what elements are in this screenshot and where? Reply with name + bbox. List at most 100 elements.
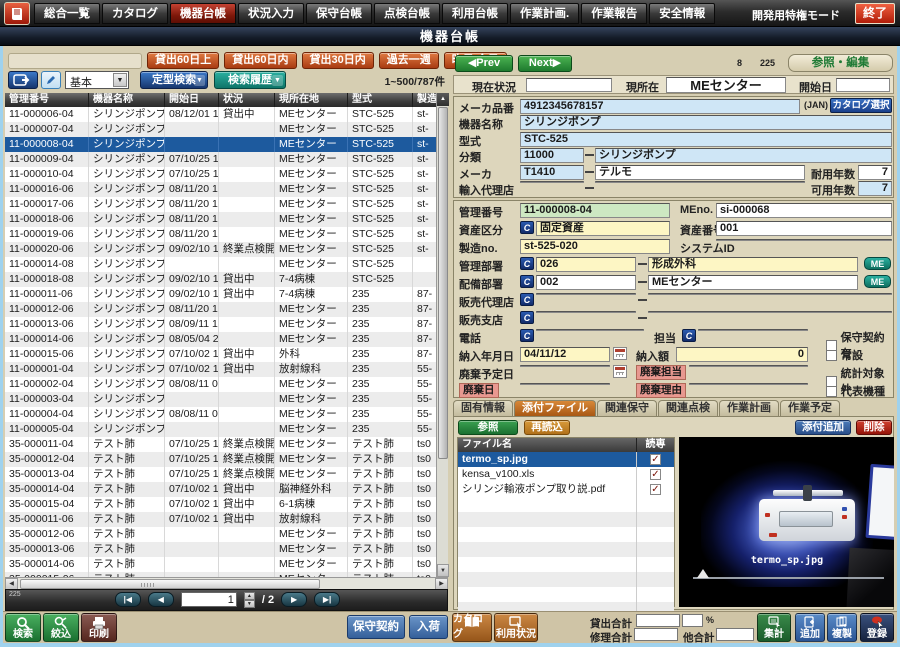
catalog-button[interactable]: カタログ [452, 613, 492, 642]
page-number-input[interactable]: 1 [181, 592, 237, 607]
calendar-icon[interactable] [613, 347, 627, 360]
loan-rate-input[interactable] [682, 614, 703, 627]
maintenance-contract-button[interactable]: 保守契約 [347, 615, 405, 639]
table-row[interactable]: 11-000015-06シリンジポンプ07/10/02 1貸出中外科23587- [5, 347, 436, 362]
loan-total-input[interactable] [636, 614, 680, 627]
filter-button[interactable]: 絞込 [43, 613, 79, 642]
menu-tab-総合一覧[interactable]: 総合一覧 [34, 3, 100, 24]
menu-tab-安全情報[interactable]: 安全情報 [649, 3, 715, 24]
table-row[interactable]: 11-000016-06シリンジポンプ08/11/20 1MEセンターSTC-5… [5, 182, 436, 197]
maker-code-input[interactable]: 4912345678157 [520, 99, 800, 114]
me-dept-button[interactable]: ME [864, 275, 891, 288]
export-view-button[interactable] [8, 71, 38, 89]
file-checkbox[interactable]: ✓ [650, 484, 661, 495]
table-row[interactable]: 35-000013-04テスト肺07/10/25 1終業点検開MEセンターテスト… [5, 467, 436, 482]
table-row[interactable]: 11-000001-04シリンジポンプ07/10/02 1貸出中放射線科2355… [5, 362, 436, 377]
filter-button[interactable]: 過去一週 [379, 52, 439, 69]
code-select-button[interactable]: C [520, 329, 534, 342]
managing-dept-code-input[interactable]: 026 [536, 257, 636, 272]
prev-record-button[interactable]: ◀Prev [455, 55, 513, 72]
preview-slider-handle[interactable] [697, 569, 709, 578]
table-row[interactable]: 11-000008-04シリンジポンプMEセンターSTC-525st- [5, 137, 436, 152]
view-edit-button[interactable]: 参照・編集 [788, 54, 893, 72]
horizontal-scrollbar[interactable]: ◀ ▶ [5, 577, 448, 589]
table-row[interactable]: 11-000007-04シリンジポンプMEセンターSTC-525st- [5, 122, 436, 137]
table-row[interactable]: 11-000003-04シリンジポンプMEセンター23555- [5, 392, 436, 407]
menu-tab-状況入力[interactable]: 状況入力 [238, 3, 304, 24]
delivery-amount-input[interactable]: 0 [676, 347, 808, 362]
table-row[interactable]: 11-000010-04シリンジポンプ07/10/25 1MEセンターSTC-5… [5, 167, 436, 182]
column-header[interactable]: 開始日 [165, 93, 219, 107]
class-code-input[interactable]: 11000 [520, 148, 584, 163]
menu-tab-作業報告[interactable]: 作業報告 [581, 3, 647, 24]
detail-tab-作業予定[interactable]: 作業予定 [780, 400, 840, 416]
code-select-button[interactable]: C [520, 311, 534, 324]
detail-tab-関連保守[interactable]: 関連保守 [597, 400, 657, 416]
deployed-dept-code-input[interactable]: 002 [536, 275, 636, 290]
next-page-button[interactable]: ▶ [281, 592, 307, 607]
table-row[interactable]: 11-000019-06シリンジポンプ08/11/20 1MEセンターSTC-5… [5, 227, 436, 242]
attachment-delete-button[interactable]: 削除 [856, 420, 892, 435]
table-row[interactable]: 11-000018-06シリンジポンプ08/11/20 1MEセンターSTC-5… [5, 212, 436, 227]
vertical-scroll-thumb[interactable] [438, 107, 448, 459]
table-row[interactable]: 11-000012-06シリンジポンプ08/11/20 1MEセンター23587… [5, 302, 436, 317]
menu-tab-利用台帳[interactable]: 利用台帳 [442, 3, 508, 24]
page-spinner[interactable]: ▲▼ [244, 592, 255, 607]
table-row[interactable]: 11-000013-06シリンジポンプ08/09/11 1MEセンター23587… [5, 317, 436, 332]
table-row[interactable]: 11-000009-04シリンジポンプ07/10/25 1MEセンターSTC-5… [5, 152, 436, 167]
current-status-input[interactable] [526, 78, 612, 92]
sales-agent-name-input[interactable] [648, 293, 892, 295]
search-button[interactable]: 検索 [5, 613, 41, 642]
code-select-button[interactable]: C [520, 257, 534, 270]
attachment-reload-button[interactable]: 再読込 [524, 420, 570, 435]
table-row[interactable]: 11-000011-06シリンジポンプ09/02/10 1貸出中7-4病棟235… [5, 287, 436, 302]
sales-agent-code-input[interactable] [536, 293, 636, 295]
filter-button[interactable]: 貸出60日上 [147, 52, 219, 69]
catalog-select-button[interactable]: カタログ選択 [830, 98, 892, 113]
table-row[interactable]: 11-000018-08シリンジポンプ09/02/10 1貸出中7-4病棟STC… [5, 272, 436, 287]
start-date-input[interactable] [836, 78, 890, 92]
exit-button[interactable]: 終了 [855, 3, 895, 24]
code-select-button[interactable]: C [682, 329, 696, 342]
aggregate-button[interactable]: 集計 [757, 613, 791, 642]
system-id-input[interactable] [716, 239, 892, 241]
table-row[interactable]: 35-000014-04テスト肺07/10/02 1貸出中脳神経外科テスト肺ts… [5, 482, 436, 497]
detail-tab-作業計画[interactable]: 作業計画 [719, 400, 779, 416]
typical-search-button[interactable]: 定型検索▼ [140, 71, 208, 89]
code-select-button[interactable]: C [520, 275, 534, 288]
delivery-date-input[interactable]: 04/11/12 [520, 347, 610, 362]
prev-page-button[interactable]: ◀ [148, 592, 174, 607]
me-no-input[interactable]: si-000068 [716, 203, 892, 218]
maker-id-input[interactable]: T1410 [520, 165, 584, 180]
table-row[interactable]: 11-000005-04シリンジポンプMEセンター23555- [5, 422, 436, 437]
chevron-down-icon[interactable]: ▼ [113, 73, 127, 87]
contact-input[interactable] [698, 329, 808, 331]
code-select-button[interactable]: C [520, 221, 534, 234]
current-location-input[interactable]: MEセンター [666, 77, 786, 93]
file-row[interactable]: kensa_v100.xls✓ [458, 467, 674, 482]
repair-total-input[interactable] [634, 628, 678, 641]
horizontal-scroll-thumb[interactable] [20, 579, 320, 589]
first-page-button[interactable]: |◀ [115, 592, 141, 607]
asset-no-input[interactable]: 001 [716, 221, 892, 236]
quick-memo-box[interactable] [8, 53, 142, 69]
file-checkbox[interactable]: ✓ [650, 454, 661, 465]
preview-image[interactable]: termo_sp.jpg [701, 437, 873, 587]
arrival-button[interactable]: 入荷 [409, 615, 448, 639]
scroll-down-icon[interactable]: ▼ [437, 564, 449, 577]
sales-branch-code-input[interactable] [536, 311, 636, 313]
menu-tab-保守台帳[interactable]: 保守台帳 [306, 3, 372, 24]
model-input[interactable]: STC-525 [520, 132, 892, 147]
class-name-input[interactable]: シリンジポンプ [595, 148, 892, 163]
menu-tab-機器台帳[interactable]: 機器台帳 [170, 3, 236, 24]
register-button[interactable]: 登録 [860, 613, 894, 642]
table-row[interactable]: 11-000014-08シリンジポンプMEセンターSTC-525 [5, 257, 436, 272]
representative-model-checkbox[interactable]: 代表機種 [826, 383, 885, 399]
detail-tab-固有情報[interactable]: 固有情報 [453, 400, 513, 416]
detail-tab-添付ファイル[interactable]: 添付ファイル [514, 400, 596, 416]
detail-tab-関連点検[interactable]: 関連点検 [658, 400, 718, 416]
column-header[interactable]: 製造 [413, 93, 436, 107]
edit-condition-button[interactable] [41, 71, 61, 89]
search-preset-dropdown[interactable]: 基本 ▼ [65, 71, 129, 89]
last-page-button[interactable]: ▶| [314, 592, 340, 607]
